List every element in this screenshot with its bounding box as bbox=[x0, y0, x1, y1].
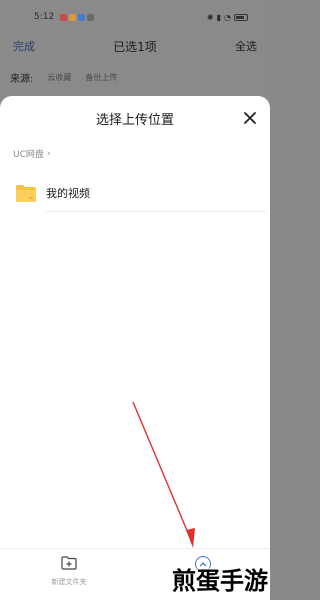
status-time: 5:12 bbox=[34, 12, 55, 22]
battery-icon bbox=[234, 13, 248, 21]
breadcrumb-root[interactable]: UC网盘 bbox=[13, 147, 44, 160]
breadcrumb: UC网盘 › bbox=[13, 147, 51, 161]
system-icons: ✱ ▮ ◔ bbox=[207, 13, 248, 22]
divider bbox=[46, 211, 266, 212]
select-all-button[interactable]: 全选 bbox=[235, 38, 257, 54]
upload-location-sheet: 选择上传位置 UC网盘 › 我的视频 新建文件夹 bbox=[0, 96, 270, 600]
done-button[interactable]: 完成 bbox=[13, 38, 35, 54]
folder-item[interactable]: 我的视频 bbox=[0, 174, 270, 212]
source-chip-backup-upload[interactable]: 备份上传 bbox=[85, 72, 117, 83]
folder-icon bbox=[15, 183, 37, 203]
new-folder-label: 新建文件夹 bbox=[51, 578, 87, 586]
bluetooth-icon: ✱ bbox=[206, 12, 214, 22]
notification-icons bbox=[60, 13, 95, 21]
source-label: 来源: bbox=[10, 74, 34, 85]
selection-count-title: 已选1项 bbox=[113, 39, 157, 54]
source-row: 来源: 云收藏 备份上传 bbox=[10, 70, 117, 85]
close-icon[interactable] bbox=[240, 108, 260, 128]
sheet-title: 选择上传位置 bbox=[95, 112, 174, 128]
watermark-logo: 煎蛋手游 bbox=[172, 566, 268, 595]
signal-icon: ▮ bbox=[216, 12, 222, 22]
app-notification-icon bbox=[69, 13, 77, 21]
status-bar: 5:12 ✱ ▮ ◔ bbox=[0, 0, 270, 34]
wifi-icon: ◔ bbox=[224, 12, 231, 22]
selection-header: 完成 已选1项 全选 bbox=[0, 34, 270, 58]
app-notification-icon bbox=[60, 13, 68, 21]
chevron-right-icon: › bbox=[46, 148, 51, 159]
new-folder-icon bbox=[61, 555, 77, 574]
source-chip-cloud-favorites[interactable]: 云收藏 bbox=[47, 72, 71, 83]
new-folder-button[interactable]: 新建文件夹 bbox=[44, 555, 94, 587]
app-notification-icon bbox=[78, 13, 86, 21]
app-notification-icon bbox=[87, 13, 95, 21]
folder-name: 我的视频 bbox=[46, 187, 90, 200]
sheet-header: 选择上传位置 bbox=[0, 96, 270, 140]
